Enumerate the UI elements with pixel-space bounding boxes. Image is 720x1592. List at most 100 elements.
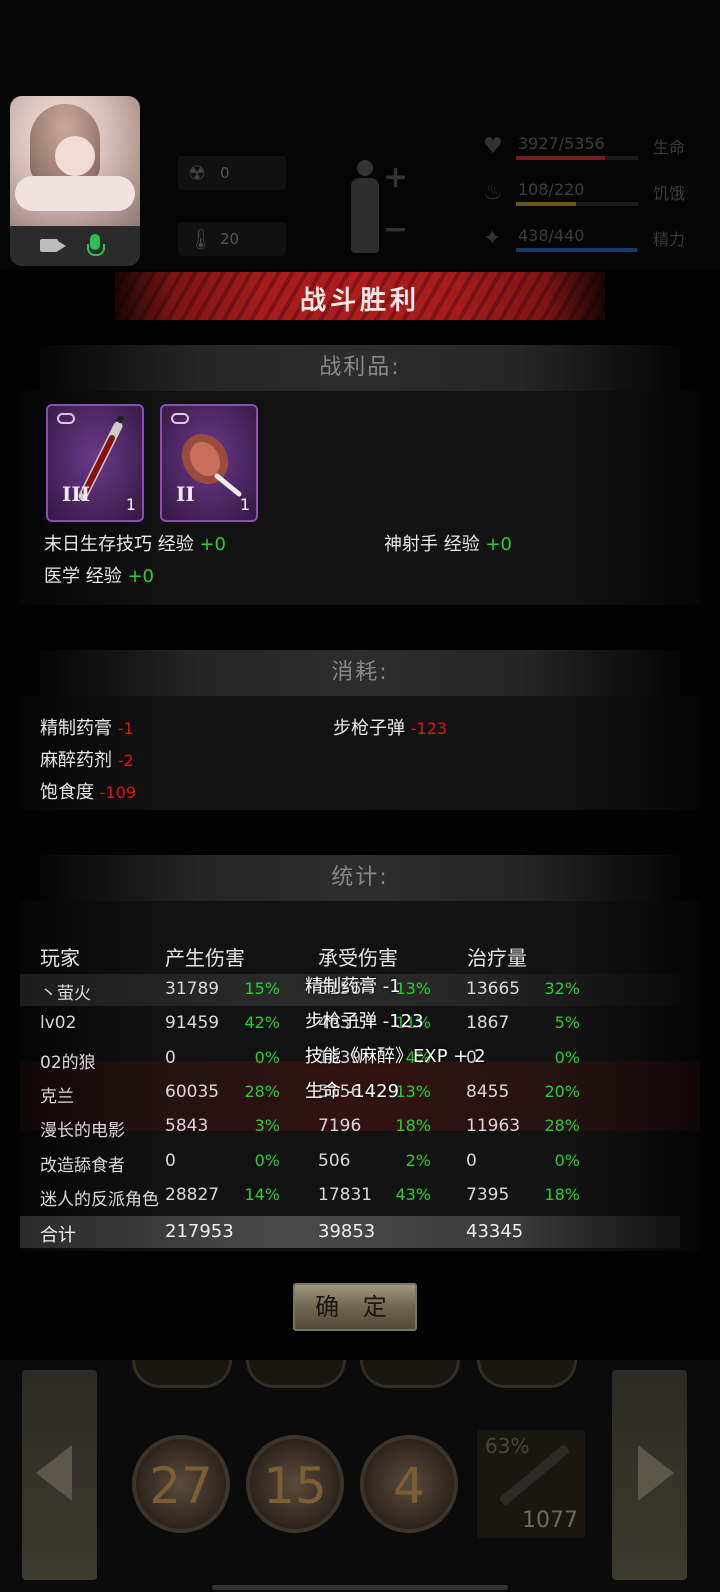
damage-taken-pct: 2% [405,1150,431,1170]
player-name: 02的狼 [40,1052,96,1073]
loot-heading: 战利品: [40,345,680,391]
video-call-card[interactable]: 楠 [10,96,140,266]
ammo-count: 1077 [522,1508,578,1533]
exp-entry: 末日生存技巧 经验 +0 [44,534,227,555]
damage-dealt: 0 [165,1150,176,1171]
healing: 7395 [466,1184,510,1205]
chevron-left-icon [36,1445,72,1501]
skill-button[interactable]: 27 [132,1435,230,1533]
damage-dealt-pct: 14% [244,1184,280,1204]
action-bar: 27 15 4 63% 1077 [0,1360,720,1592]
damage-taken: 506 [318,1150,351,1171]
damage-taken: 7196 [318,1116,362,1137]
damage-dealt-pct: 3% [254,1116,280,1136]
stats-heading: 统计: [40,855,680,901]
column-header-player: 玩家 [40,946,80,970]
skill-cooldown: 27 [149,1457,213,1515]
skill-slot-top[interactable] [360,1360,460,1388]
consume-entry: 步枪子弹 -123 [333,718,448,739]
total-row: 合计 217953 39853 43345 [20,1216,680,1248]
player-name: 克兰 [40,1086,74,1107]
weapon-slot[interactable]: 63% 1077 [477,1430,585,1538]
combat-log-line: 生命 -1429 [305,1081,400,1102]
healing-pct: 0% [554,1150,580,1170]
table-row: 迷人的反派角色 28827 14% 17831 43% 7395 18% [20,1180,680,1212]
brain-icon: ✦ [483,226,502,251]
healing-pct: 28% [544,1116,580,1136]
thermometer-icon: 🌡 [188,227,214,251]
minus-icon[interactable]: − [383,212,408,247]
damage-taken-pct: 43% [395,1184,431,1204]
skill-button[interactable]: 4 [360,1435,458,1533]
damage-dealt: 0 [165,1047,176,1068]
healing: 1867 [466,1013,510,1034]
skill-slot-top[interactable] [132,1360,232,1388]
damage-dealt-pct: 15% [244,979,280,998]
combat-log-line: 技能《麻醉》EXP + 2 [305,1046,486,1067]
consume-entry: 麻醉药剂 -2 [40,750,134,771]
table-row: 漫长的电影 5843 3% 7196 18% 11963 28% [20,1111,680,1143]
damage-dealt: 91459 [165,1013,220,1034]
healing-pct: 5% [554,1013,580,1033]
damage-dealt-pct: 0% [254,1150,280,1170]
player-name: 改造舔食者 [40,1155,125,1176]
player-name: lv02 [40,1013,77,1034]
healing: 0 [466,1150,477,1171]
heart-icon: ♥ [483,134,503,159]
consume-entry: 精制药膏 -1 [40,718,134,739]
column-header-heal: 治疗量 [467,946,527,970]
damage-dealt: 31789 [165,979,220,999]
call-controls [10,226,140,266]
skill-slot-top[interactable] [477,1360,577,1388]
vital-stat: ♥ 3927/5356 生命 [483,134,686,160]
temperature-box: 🌡 20 [178,222,286,256]
radiation-box: ☢ 0 [178,156,286,190]
healing: 13665 [466,979,521,999]
vital-stat: ✦ 438/440 精力 [483,226,686,252]
prev-arrow-button[interactable] [22,1370,97,1580]
column-header-taken: 承受伤害 [318,946,398,970]
damage-dealt: 60035 [165,1081,220,1102]
skill-slot-top[interactable] [246,1360,346,1388]
healing: 8455 [466,1081,510,1102]
status-hud: 楠 ☢ 0 🌡 20 + − ♥3927/5356生命 ♨108/220饥饿 ✦43… [0,0,720,300]
damage-taken-pct: 18% [395,1116,431,1136]
healing-pct: 0% [554,1047,580,1067]
consume-section: 精制药膏 -1 步枪子弹 -123 麻醉药剂 -2 饱食度 -109 [20,696,700,810]
loot-section: III 1 II 1 末日生存技巧 经验 +0 神射手 经验 +0 医学 经验 … [20,391,700,605]
damage-dealt: 5843 [165,1116,209,1137]
dialog-title: 战斗胜利 [299,286,420,316]
microphone-icon[interactable] [87,234,105,256]
camera-icon[interactable] [40,239,66,252]
loot-item[interactable]: III 1 [46,404,144,522]
skill-cooldown: 4 [393,1457,425,1515]
next-arrow-button[interactable] [612,1370,687,1580]
exp-entry: 神射手 经验 +0 [384,534,513,555]
avatar [10,96,140,226]
healing-pct: 18% [544,1184,580,1204]
link-icon [171,413,189,424]
healing: 11963 [466,1116,521,1137]
damage-dealt: 28827 [165,1184,220,1205]
body-figure-icon[interactable] [345,160,385,255]
weapon-percent: 63% [485,1434,530,1458]
healing-pct: 20% [544,1081,580,1101]
damage-dealt-pct: 28% [244,1081,280,1101]
healing-pct: 32% [544,979,580,998]
plus-icon[interactable]: + [383,160,408,195]
combat-log-line: 精制药膏 -1 [305,976,401,997]
damage-taken: 17831 [318,1184,373,1205]
player-name: 丶萤火 [40,984,91,1004]
stomach-icon: ♨ [483,180,503,205]
combat-log-line: 步枪子弹 -123 [305,1011,424,1032]
table-row: 改造舔食者 0 0% 506 2% 0 0% [20,1146,680,1178]
consume-heading: 消耗: [40,650,680,696]
damage-dealt-pct: 42% [244,1013,280,1033]
loot-item[interactable]: II 1 [160,404,258,522]
title-banner: 战斗胜利 [115,272,605,320]
damage-dealt-pct: 0% [254,1047,280,1067]
battle-result-dialog: 战斗胜利 战利品: III 1 II 1 末日生存技巧 经验 +0 神射手 经验… [0,270,720,1360]
skill-cooldown: 15 [263,1457,327,1515]
confirm-button[interactable]: 确 定 [293,1283,417,1331]
skill-button[interactable]: 15 [246,1435,344,1533]
